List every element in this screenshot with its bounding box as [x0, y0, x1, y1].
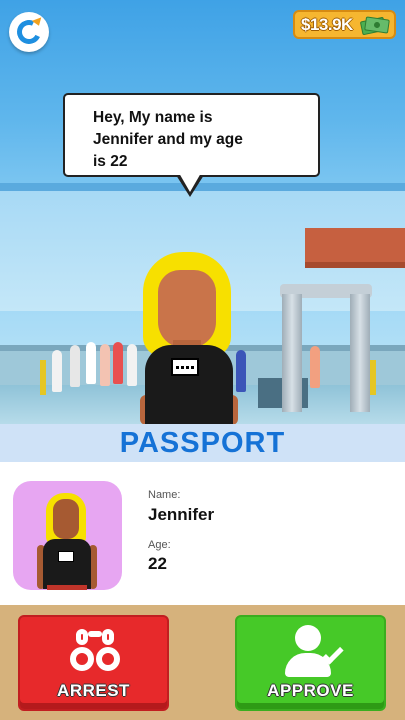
cash-stack-icon — [359, 15, 390, 36]
passport-title: PASSPORT — [119, 426, 286, 459]
name-value: Jennifer — [148, 505, 215, 524]
arrest-label: ARREST — [57, 681, 130, 700]
dialogue-line: Jennifer and my age — [93, 131, 243, 148]
orange-ceiling-beam — [305, 228, 405, 268]
crowd-person — [100, 344, 110, 386]
character-face — [158, 270, 216, 348]
money-amount: $13.9K — [301, 14, 353, 34]
money-counter: $13.9K — [293, 10, 396, 39]
handcuffs-icon — [68, 625, 124, 677]
queue-post — [40, 360, 46, 395]
speech-bubble: Hey, My name is Jennifer and my age is 2… — [63, 93, 320, 177]
crowd-person — [52, 350, 62, 392]
passport-banner: PASSPORT — [0, 424, 405, 462]
approve-button[interactable]: APPROVE — [235, 615, 386, 711]
age-label: Age: — [148, 539, 171, 551]
metal-detector-gate — [280, 284, 372, 414]
approve-label: APPROVE — [267, 681, 354, 700]
crowd-person — [113, 342, 123, 384]
crowd-person — [86, 342, 96, 384]
restart-icon — [13, 16, 45, 48]
dialogue-line: is 22 — [93, 153, 128, 170]
arrest-button[interactable]: ARREST — [18, 615, 169, 711]
action-area: ARREST APPROVE — [0, 605, 405, 720]
crowd-person — [70, 345, 80, 387]
character-shirt — [145, 345, 233, 425]
age-value: 22 — [148, 554, 167, 573]
dialogue-line: Hey, My name is — [93, 109, 213, 126]
crowd-person — [127, 344, 137, 386]
person-check-icon — [283, 625, 345, 681]
speech-bubble-tail — [176, 173, 204, 197]
passport-info-card: Name: Jennifer Age: 22 — [0, 462, 405, 605]
game-scene — [0, 0, 405, 425]
passport-photo — [13, 481, 122, 590]
restart-button[interactable] — [9, 12, 49, 52]
security-officer — [236, 350, 246, 392]
shirt-logo — [171, 358, 199, 376]
name-label: Name: — [148, 489, 181, 501]
